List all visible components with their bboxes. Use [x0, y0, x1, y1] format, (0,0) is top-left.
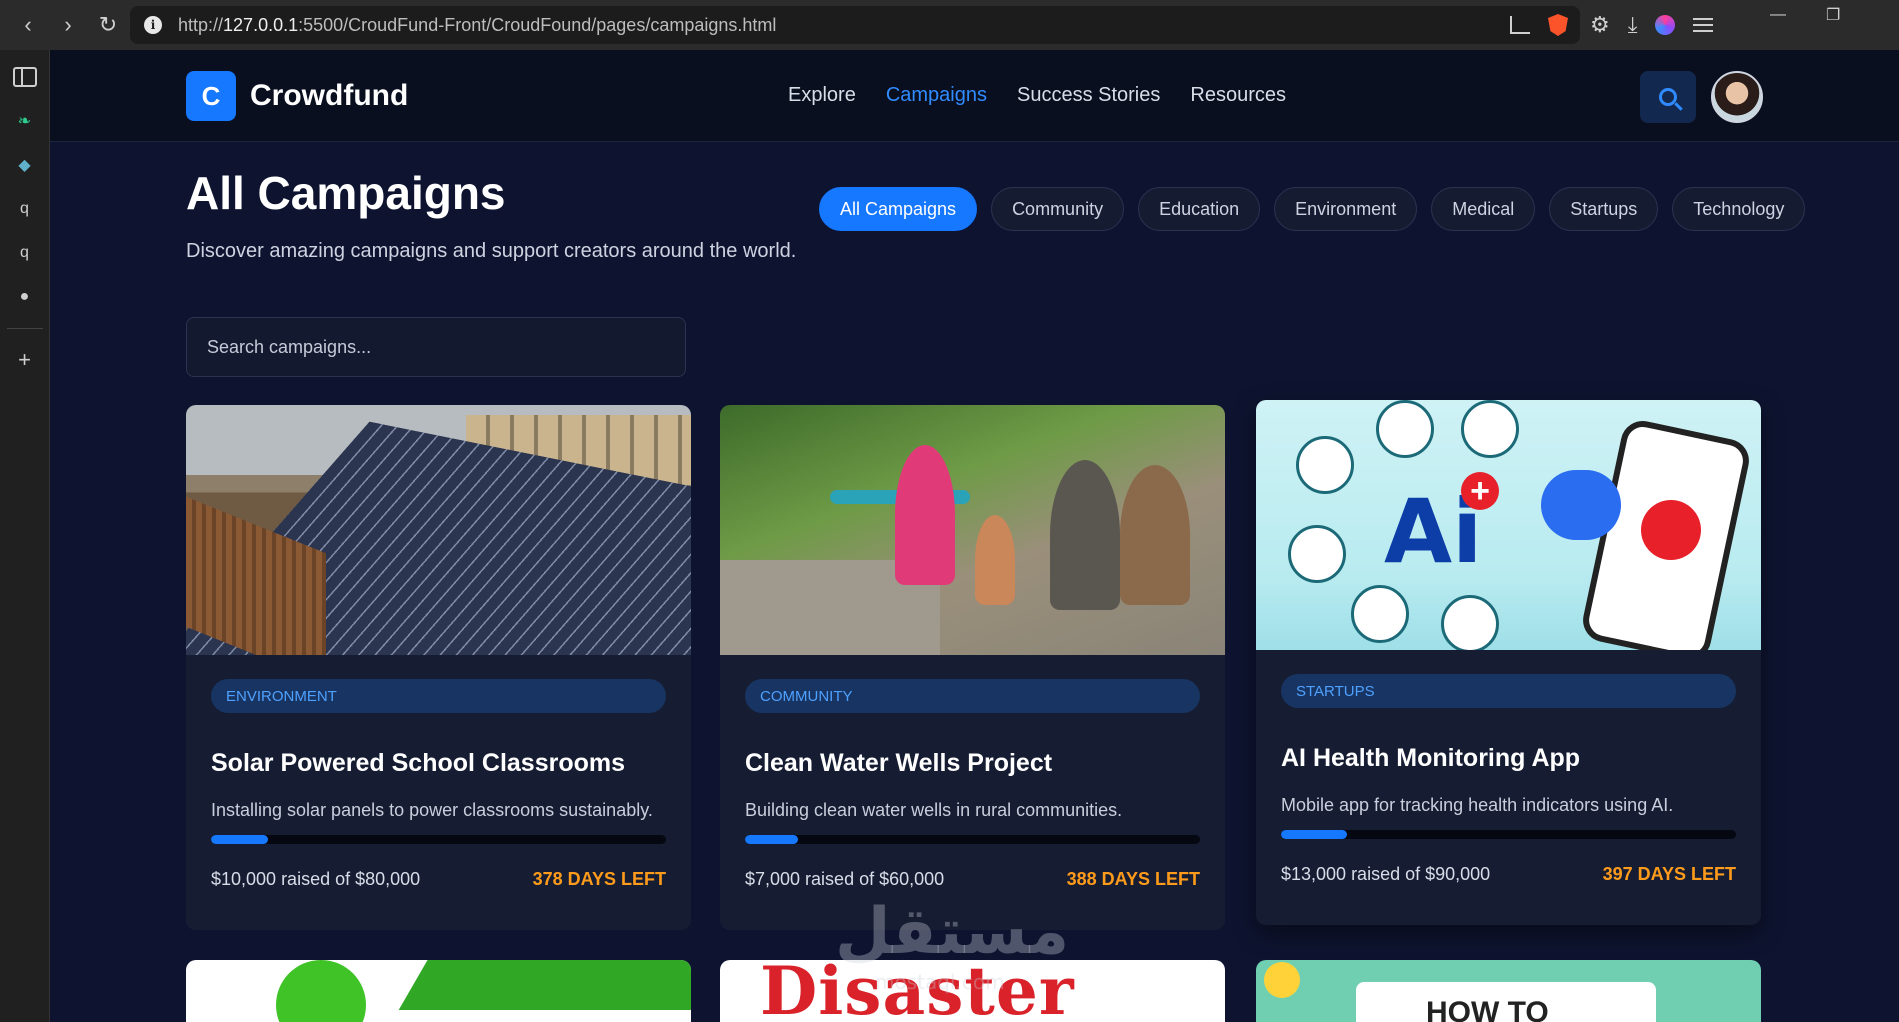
- filter-medical[interactable]: Medical: [1431, 187, 1536, 231]
- share-icon[interactable]: [1510, 16, 1530, 34]
- search-button[interactable]: [1640, 71, 1696, 123]
- watermark-logo: مستقل: [835, 895, 1070, 969]
- site-header: C Crowdfund Explore Campaigns Success St…: [50, 50, 1899, 142]
- minimize-icon[interactable]: —: [1770, 0, 1786, 30]
- filter-all-campaigns[interactable]: All Campaigns: [819, 187, 978, 231]
- howto-image-text: HOW TO: [1426, 996, 1549, 1022]
- days-left: 378 DAYS LEFT: [532, 869, 666, 889]
- filter-startups[interactable]: Startups: [1549, 187, 1659, 231]
- globe-icon[interactable]: ●: [12, 284, 38, 310]
- category-filters: All Campaigns Community Education Enviro…: [819, 187, 1806, 231]
- nav-resources[interactable]: Resources: [1190, 84, 1286, 107]
- progress-bar: [745, 835, 1200, 844]
- sidebar-divider: [6, 328, 43, 329]
- forward-icon[interactable]: ›: [50, 7, 86, 43]
- campaign-card-partial[interactable]: HOW TO: [1256, 960, 1761, 1022]
- days-left: 397 DAYS LEFT: [1602, 864, 1736, 884]
- main-nav: Explore Campaigns Success Stories Resour…: [788, 84, 1286, 107]
- back-icon[interactable]: ‹: [10, 7, 46, 43]
- menu-icon[interactable]: [1693, 18, 1714, 32]
- progress-bar: [211, 835, 666, 844]
- filter-environment[interactable]: Environment: [1274, 187, 1418, 231]
- add-icon[interactable]: +: [12, 347, 38, 373]
- category-badge: ENVIRONMENT: [211, 679, 666, 713]
- search-input[interactable]: [186, 317, 686, 377]
- address-bar[interactable]: i http://127.0.0.1:5500/CroudFund-Front/…: [130, 6, 1580, 44]
- restore-icon[interactable]: ❐: [1826, 0, 1840, 30]
- category-badge: COMMUNITY: [745, 679, 1200, 713]
- campaign-image[interactable]: [186, 405, 691, 655]
- raised-amount: $7,000 raised of $60,000: [745, 869, 945, 889]
- cube-app-icon[interactable]: ◆: [12, 152, 38, 178]
- days-left: 388 DAYS LEFT: [1066, 869, 1200, 889]
- category-badge: STARTUPS: [1281, 674, 1736, 708]
- filter-technology[interactable]: Technology: [1672, 187, 1806, 231]
- brave-shields-icon[interactable]: [1548, 14, 1568, 36]
- q-app-icon-2[interactable]: q: [12, 240, 38, 266]
- q-app-icon[interactable]: q: [12, 196, 38, 222]
- filter-education[interactable]: Education: [1138, 187, 1261, 231]
- nav-success-stories[interactable]: Success Stories: [1017, 84, 1160, 107]
- nav-explore[interactable]: Explore: [788, 84, 856, 107]
- logo-icon[interactable]: C: [186, 71, 236, 121]
- avatar[interactable]: [1711, 71, 1763, 123]
- filter-community[interactable]: Community: [991, 187, 1125, 231]
- brand-name[interactable]: Crowdfund: [250, 79, 408, 113]
- browser-sidebar: ❧ ◆ q q ● +: [0, 50, 50, 1022]
- url-text[interactable]: http://127.0.0.1:5500/CroudFund-Front/Cr…: [178, 15, 776, 36]
- browser-toolbar: ‹ › ↻ i http://127.0.0.1:5500/CroudFund-…: [0, 0, 1899, 50]
- profile-icon[interactable]: [1655, 15, 1676, 35]
- progress-fill: [211, 835, 268, 844]
- page-title: All Campaigns: [186, 167, 506, 219]
- medical-plus-icon: +: [1461, 472, 1499, 510]
- campaign-description: Mobile app for tracking health indicator…: [1281, 795, 1674, 815]
- page-subtitle: Discover amazing campaigns and support c…: [186, 240, 797, 262]
- campaign-card[interactable]: COMMUNITY Clean Water Wells Project Buil…: [720, 405, 1225, 930]
- download-icon[interactable]: ⤓: [1628, 12, 1638, 38]
- reload-icon[interactable]: ↻: [90, 7, 126, 43]
- progress-fill: [1281, 830, 1347, 839]
- watermark-url: mostaql.com: [875, 970, 1005, 994]
- campaign-title[interactable]: AI Health Monitoring App: [1281, 744, 1736, 773]
- raised-amount: $13,000 raised of $90,000: [1281, 864, 1491, 884]
- nav-campaigns[interactable]: Campaigns: [886, 84, 987, 107]
- search-icon: [1659, 88, 1677, 106]
- progress-bar: [1281, 830, 1736, 839]
- campaign-description: Installing solar panels to power classro…: [211, 800, 653, 820]
- sun-icon: [1264, 962, 1300, 998]
- campaign-title[interactable]: Clean Water Wells Project: [745, 749, 1200, 778]
- site-info-icon[interactable]: i: [144, 16, 162, 34]
- campaign-description: Building clean water wells in rural comm…: [745, 800, 1123, 820]
- campaign-image[interactable]: [720, 405, 1225, 655]
- campaign-title[interactable]: Solar Powered School Classrooms: [211, 749, 666, 778]
- campaign-card[interactable]: Ai + STARTUPS AI Health Monitoring App M…: [1256, 400, 1761, 925]
- leaf-app-icon[interactable]: ❧: [12, 108, 38, 134]
- extensions-icon[interactable]: ⚙: [1590, 12, 1610, 38]
- campaign-card-partial[interactable]: [186, 960, 691, 1022]
- sidebar-panel-icon[interactable]: [12, 67, 37, 87]
- campaign-image[interactable]: Ai +: [1256, 400, 1761, 650]
- raised-amount: $10,000 raised of $80,000: [211, 869, 421, 889]
- progress-fill: [745, 835, 799, 844]
- campaign-card[interactable]: ENVIRONMENT Solar Powered School Classro…: [186, 405, 691, 930]
- page: C Crowdfund Explore Campaigns Success St…: [50, 50, 1899, 1022]
